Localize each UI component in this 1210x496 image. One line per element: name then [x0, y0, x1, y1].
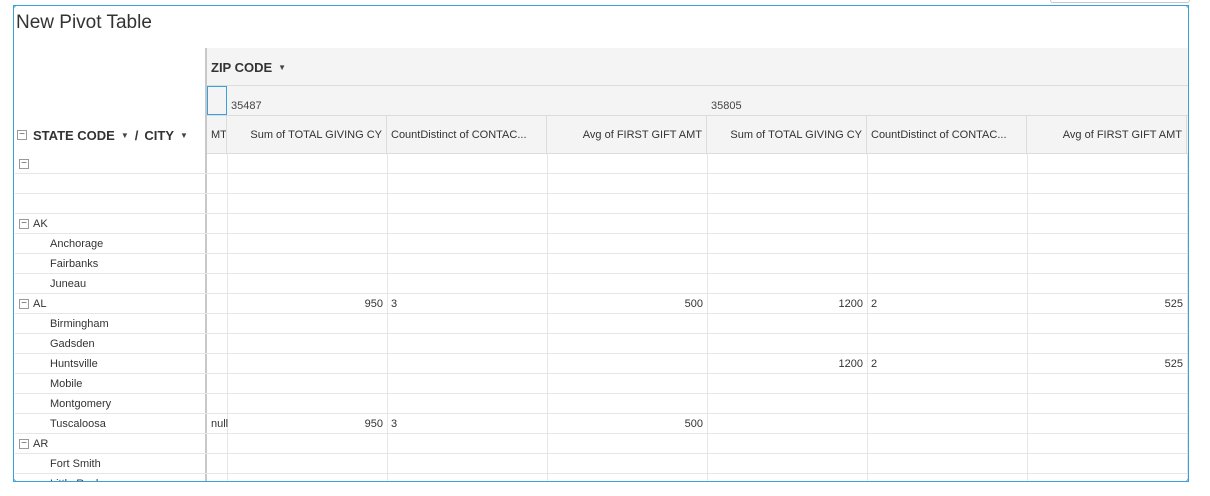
row-label: Birmingham [50, 314, 109, 334]
row-label-text: Juneau [50, 278, 87, 290]
row-label-text: Anchorage [50, 238, 104, 250]
row-label: Montgomery [50, 394, 111, 414]
table-row: Fort Smith [15, 454, 1188, 474]
table-row: − AR [15, 434, 1188, 454]
row-group-label[interactable]: − AK [19, 214, 48, 234]
table-row: Huntsville 1200 2 525 [15, 354, 1188, 374]
row-label-text: Huntsville [50, 358, 98, 370]
table-row: Montgomery [15, 394, 1188, 414]
table-cell[interactable]: 3 [387, 294, 547, 314]
row-label-text: Birmingham [50, 318, 109, 330]
table-row: Anchorage [15, 234, 1188, 254]
measure-header-count-35487[interactable]: CountDistinct of CONTAC... [387, 116, 547, 154]
measure-header-count-35805[interactable]: CountDistinct of CONTAC... [867, 116, 1027, 154]
table-row: − AL 950 3 500 1200 2 525 [15, 294, 1188, 314]
table-cell[interactable]: 500 [547, 414, 707, 434]
row-field-separator: / [134, 127, 139, 143]
measure-header-avg-35805[interactable]: Avg of FIRST GIFT AMT [1027, 116, 1187, 154]
chevron-down-icon[interactable]: ▼ [121, 131, 129, 140]
resize-handle[interactable] [14, 479, 16, 481]
table-row: − AK [15, 214, 1188, 234]
row-group-label[interactable]: − [19, 154, 33, 174]
row-label: Little Rock [50, 474, 101, 481]
row-label-text: Fairbanks [50, 258, 99, 270]
state-code-label: STATE CODE [33, 127, 115, 143]
row-label-text: AL [33, 298, 47, 310]
pivot-title: New Pivot Table [16, 12, 152, 33]
row-label: Mobile [50, 374, 82, 394]
table-cell[interactable]: null [207, 414, 228, 434]
collapse-icon[interactable]: − [19, 439, 29, 449]
row-label: Gadsden [50, 334, 95, 354]
chevron-down-icon[interactable]: ▼ [180, 131, 188, 140]
zip-code-label: ZIP CODE [211, 60, 273, 75]
row-label: Fort Smith [50, 454, 101, 474]
pivot-widget[interactable]: New Pivot Table ZIP CODE ▼ 35487 35805 −… [13, 5, 1189, 482]
resize-handle[interactable] [1186, 479, 1188, 481]
row-label: Juneau [50, 274, 86, 294]
collapse-icon[interactable]: − [19, 219, 29, 229]
top-tab-outline [1050, 0, 1190, 3]
measure-header-avg-35487[interactable]: Avg of FIRST GIFT AMT [547, 116, 707, 154]
city-label: CITY [144, 127, 175, 143]
table-row [15, 174, 1188, 194]
row-label-text: Mobile [50, 378, 83, 390]
table-row: Little Rock [15, 474, 1188, 481]
row-label-text: Little Rock [50, 478, 101, 481]
table-row [15, 194, 1188, 214]
collapse-all-icon[interactable]: − [17, 130, 27, 140]
partial-column-header: MT [207, 116, 227, 154]
row-label-text: AK [33, 218, 48, 230]
zip-code-field[interactable]: ZIP CODE ▼ [211, 60, 286, 75]
resize-handle[interactable] [1186, 6, 1188, 8]
table-row: Juneau [15, 274, 1188, 294]
table-row: Mobile [15, 374, 1188, 394]
row-label-text: Gadsden [50, 338, 95, 350]
row-label-text: Tuscaloosa [50, 418, 106, 430]
table-cell[interactable]: 500 [547, 294, 707, 314]
pivot-table: ZIP CODE ▼ 35487 35805 − STATE CODE ▼ / … [15, 48, 1188, 481]
table-cell[interactable]: 950 [227, 414, 387, 434]
table-row: Fairbanks [15, 254, 1188, 274]
table-cell[interactable]: 525 [1027, 354, 1187, 374]
table-row: Gadsden [15, 334, 1188, 354]
collapse-icon[interactable]: − [19, 159, 29, 169]
row-label: Tuscaloosa [50, 414, 106, 434]
measure-header-sum-35487[interactable]: Sum of TOTAL GIVING CY [227, 116, 387, 154]
row-group-label[interactable]: − AR [19, 434, 48, 454]
table-row: − [15, 154, 1188, 174]
zip-value-35805: 35805 [711, 100, 742, 112]
row-label: Fairbanks [50, 254, 98, 274]
row-label-text: Montgomery [50, 398, 112, 410]
zip-value-35487: 35487 [231, 100, 262, 112]
table-cell[interactable]: 1200 [707, 294, 867, 314]
row-label-text: AR [33, 438, 49, 450]
row-group-label[interactable]: − AL [19, 294, 46, 314]
row-label: Huntsville [50, 354, 98, 374]
table-cell[interactable]: 2 [867, 294, 1027, 314]
collapse-icon[interactable]: − [19, 299, 29, 309]
table-row: Birmingham [15, 314, 1188, 334]
measure-header-sum-35805[interactable]: Sum of TOTAL GIVING CY [707, 116, 867, 154]
resize-handle[interactable] [14, 6, 16, 8]
chevron-down-icon[interactable]: ▼ [278, 63, 286, 72]
table-cell[interactable]: 525 [1027, 294, 1187, 314]
table-cell[interactable]: 3 [387, 414, 547, 434]
row-field-header[interactable]: − STATE CODE ▼ / CITY ▼ [17, 116, 188, 154]
row-label: Anchorage [50, 234, 103, 254]
table-cell[interactable]: 2 [867, 354, 1027, 374]
selected-cell[interactable] [207, 86, 227, 115]
table-row: Tuscaloosa null 950 3 500 [15, 414, 1188, 434]
table-cell[interactable]: 950 [227, 294, 387, 314]
table-cell[interactable]: 1200 [707, 354, 867, 374]
row-label-text: Fort Smith [50, 458, 101, 470]
